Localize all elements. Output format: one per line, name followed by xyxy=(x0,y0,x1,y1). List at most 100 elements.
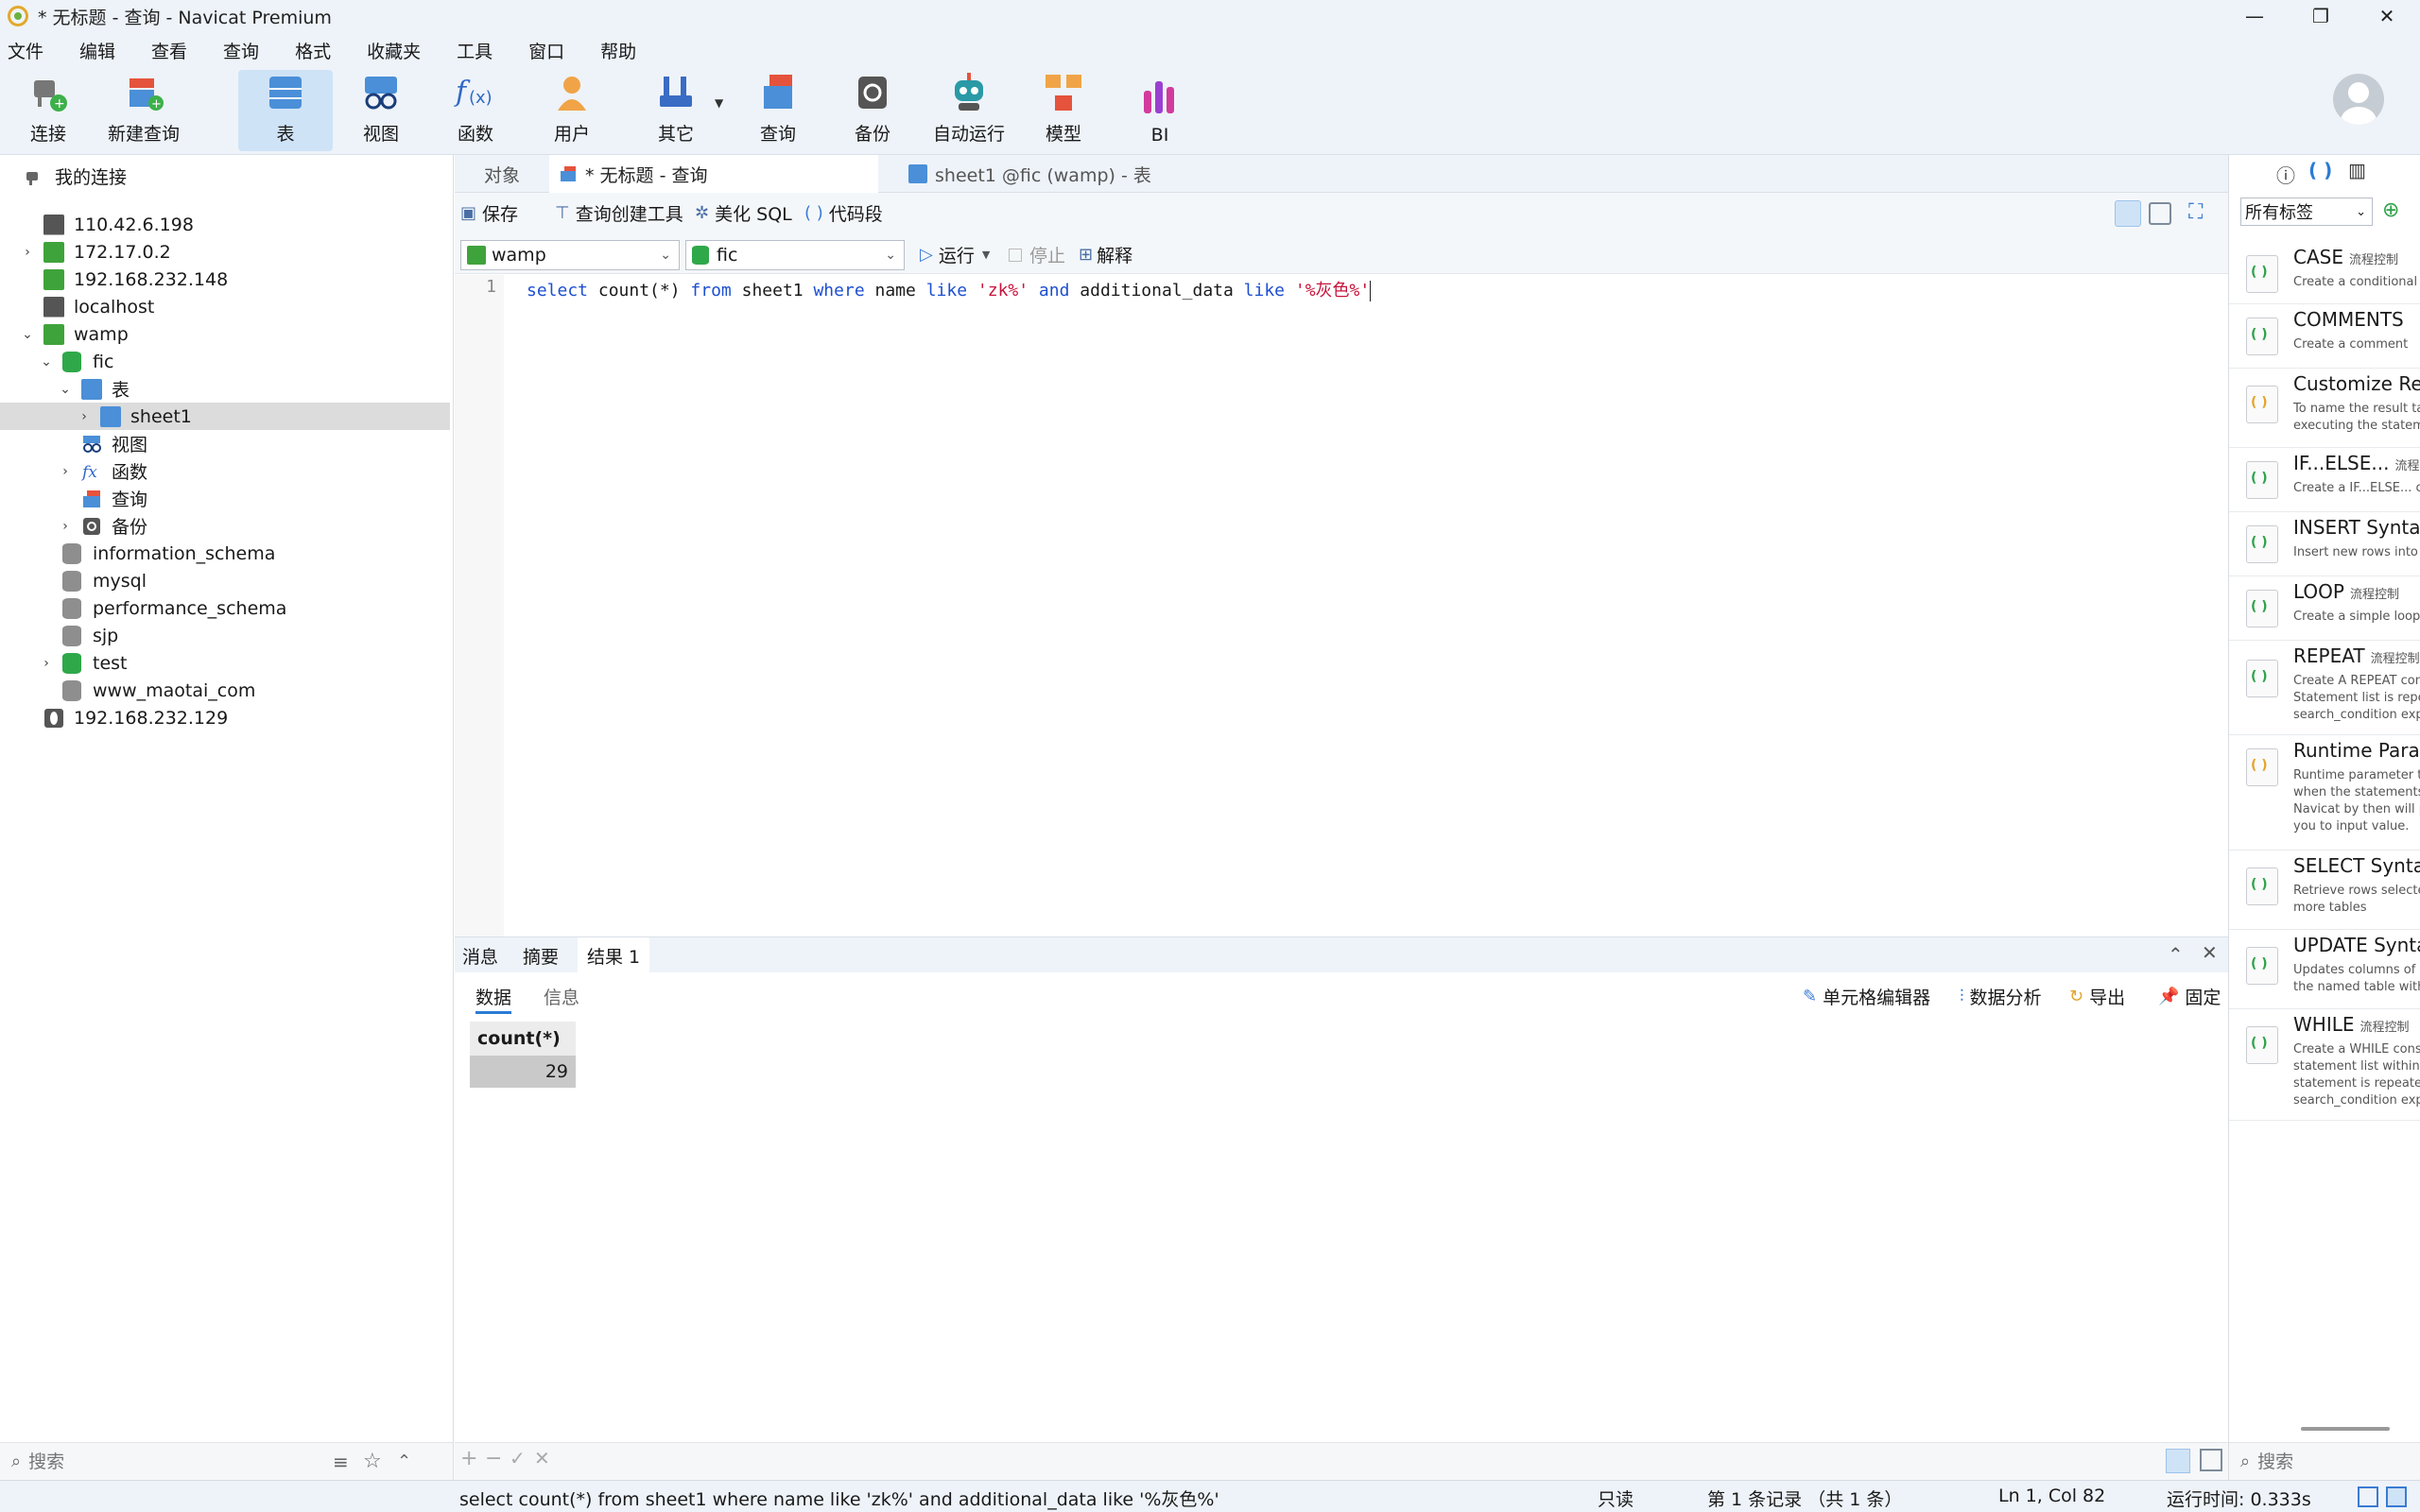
menu-file[interactable]: 文件 xyxy=(8,38,60,63)
code-snippet-icon[interactable]: ( ) xyxy=(2308,159,2332,181)
other-dropdown-arrow-icon[interactable]: ▼ xyxy=(715,96,723,110)
query-button[interactable]: 查询 xyxy=(745,70,811,151)
close-panel-icon[interactable]: ✕ xyxy=(2202,941,2218,964)
tree-item-backups-folder[interactable]: › 备份 xyxy=(0,512,450,540)
data-analysis-button[interactable]: ⫶ 数据分析 xyxy=(1960,984,2042,1009)
table-button[interactable]: 表 xyxy=(238,70,333,151)
chevron-right-icon[interactable]: › xyxy=(40,656,53,671)
snippet-item[interactable]: Runtime Param Runtime parameter to when … xyxy=(2229,735,2420,850)
other-button[interactable]: 其它 xyxy=(643,70,709,151)
backup-button[interactable]: 备份 xyxy=(839,70,906,151)
bi-button[interactable]: BI xyxy=(1127,70,1193,151)
info-icon[interactable]: ⓘ xyxy=(2276,161,2295,188)
menu-view[interactable]: 查看 xyxy=(151,38,204,63)
grid-cell[interactable]: 29 xyxy=(470,1056,576,1088)
tree-item-connection[interactable]: localhost xyxy=(0,293,450,320)
tab-data[interactable]: 数据 xyxy=(475,984,512,1014)
layout-right-panel-icon[interactable] xyxy=(2386,1486,2407,1507)
user-button[interactable]: 用户 xyxy=(539,70,605,151)
code-snippet-button[interactable]: ( ) 代码段 xyxy=(804,200,883,226)
save-button[interactable]: ▣ 保存 xyxy=(460,200,518,226)
tab-messages[interactable]: 消息 xyxy=(462,937,498,973)
export-button[interactable]: ↻ 导出 xyxy=(2069,984,2125,1009)
chevron-down-icon[interactable]: ⌄ xyxy=(21,327,34,342)
stop-button[interactable]: 停止 xyxy=(1009,242,1065,267)
tab-untitled-query[interactable]: * 无标题 - 查询 xyxy=(549,155,878,193)
sql-editor[interactable]: 1 select count(*) from sheet1 where name… xyxy=(455,275,2228,936)
menu-format[interactable]: 格式 xyxy=(295,38,348,63)
query-builder-button[interactable]: ⊤ 查询创建工具 xyxy=(555,200,683,226)
column-header[interactable]: count(*) xyxy=(470,1022,576,1056)
menu-help[interactable]: 帮助 xyxy=(600,38,653,63)
collapse-panel-icon[interactable]: ⌃ xyxy=(2168,943,2184,966)
tag-filter-select[interactable]: 所有标签 ⌄ xyxy=(2240,198,2373,226)
snippet-item[interactable]: UPDATE Synta Updates columns of e the na… xyxy=(2229,930,2420,1009)
delete-row-icon[interactable]: − xyxy=(485,1447,502,1470)
grid-view-icon[interactable] xyxy=(2166,1449,2190,1473)
collapse-icon[interactable]: ⌃ xyxy=(397,1452,411,1471)
tree-item-database[interactable]: ⌄ fic xyxy=(0,348,450,375)
layout-left-panel-icon[interactable] xyxy=(2358,1486,2378,1507)
snippet-item[interactable]: WHILE 流程控制 Create a WHILE const statement… xyxy=(2229,1009,2420,1121)
connection-select[interactable]: wamp ⌄ xyxy=(460,240,680,270)
discard-icon[interactable]: ✕ xyxy=(534,1447,550,1469)
tree-item-connection[interactable]: 110.42.6.198 xyxy=(0,211,450,238)
tab-summary[interactable]: 摘要 xyxy=(523,937,559,973)
tree-item-table[interactable]: › sheet1 xyxy=(0,403,450,430)
snippet-item[interactable]: REPEAT 流程控制 Create A REPEAT cons Statemen… xyxy=(2229,641,2420,735)
menu-edit[interactable]: 编辑 xyxy=(79,38,132,63)
close-button[interactable]: ✕ xyxy=(2354,0,2420,32)
chevron-right-icon[interactable]: › xyxy=(21,245,34,260)
sql-code-line[interactable]: select count(*) from sheet1 where name l… xyxy=(527,277,1372,301)
add-snippet-icon[interactable]: ⊕ xyxy=(2382,198,2399,222)
tree-item-database[interactable]: sjp xyxy=(0,622,450,649)
chevron-right-icon[interactable]: › xyxy=(59,519,72,534)
tree-item-functions-folder[interactable]: › fx 函数 xyxy=(0,457,450,485)
menu-window[interactable]: 窗口 xyxy=(528,38,581,63)
tree-item-connection[interactable]: 192.168.232.129 xyxy=(0,704,450,731)
tab-sheet1-table[interactable]: sheet1 @fic (wamp) - 表 xyxy=(897,155,1237,193)
filter-icon[interactable]: ≡ xyxy=(333,1451,349,1473)
run-button[interactable]: ▷ 运行 ▼ xyxy=(920,242,990,267)
tree-item-database[interactable]: mysql xyxy=(0,567,450,594)
database-select[interactable]: fic ⌄ xyxy=(685,240,905,270)
tree-item-connection[interactable]: ⌄ wamp xyxy=(0,320,450,348)
menu-tools[interactable]: 工具 xyxy=(457,38,510,63)
snippet-search-input[interactable] xyxy=(2257,1451,2400,1472)
tree-item-connection[interactable]: › 172.17.0.2 xyxy=(0,238,450,266)
layout-split-horizontal-icon[interactable] xyxy=(2115,200,2141,227)
run-dropdown-icon[interactable]: ▼ xyxy=(982,249,990,261)
tab-info[interactable]: 信息 xyxy=(544,984,579,1009)
pin-button[interactable]: 📌 固定 xyxy=(2158,984,2221,1009)
automation-button[interactable]: 自动运行 xyxy=(926,70,1011,151)
tree-item-connection[interactable]: 192.168.232.148 xyxy=(0,266,450,293)
tab-objects[interactable]: 对象 xyxy=(455,155,549,193)
snippet-item[interactable]: IF...ELSE... 流程控 Create a IF...ELSE... co xyxy=(2229,448,2420,512)
tree-item-queries-folder[interactable]: 查询 xyxy=(0,485,450,512)
connect-button[interactable]: + 连接 xyxy=(13,70,83,151)
snippet-item[interactable]: SELECT Syntax Retrieve rows selected mor… xyxy=(2229,850,2420,930)
menu-favorites[interactable]: 收藏夹 xyxy=(367,38,438,63)
apply-icon[interactable]: ✓ xyxy=(510,1447,526,1469)
snippet-item[interactable]: COMMENTS Create a comment xyxy=(2229,304,2420,369)
maximize-button[interactable]: ❐ xyxy=(2288,0,2354,32)
function-button[interactable]: f (x) 函数 xyxy=(442,70,509,151)
sidebar-search-input[interactable] xyxy=(28,1451,313,1472)
minimize-button[interactable]: — xyxy=(2221,0,2288,32)
layout-split-vertical-icon[interactable] xyxy=(2149,202,2171,225)
user-avatar[interactable] xyxy=(2333,74,2384,125)
menu-query[interactable]: 查询 xyxy=(223,38,276,63)
chevron-down-icon[interactable]: ⌄ xyxy=(40,354,53,369)
star-icon[interactable]: ☆ xyxy=(363,1450,382,1473)
snippet-item[interactable]: LOOP 流程控制 Create a simple loop c xyxy=(2229,576,2420,641)
view-button[interactable]: 视图 xyxy=(348,70,414,151)
tree-item-database[interactable]: information_schema xyxy=(0,540,450,567)
snippet-item[interactable]: Customize Res To name the result tab exe… xyxy=(2229,369,2420,448)
beautify-sql-button[interactable]: ✲ 美化 SQL xyxy=(695,200,792,226)
explain-button[interactable]: ⊞ 解释 xyxy=(1079,242,1132,267)
new-query-button[interactable]: + 新建查询 xyxy=(102,70,185,151)
fullscreen-icon[interactable]: ⛶ xyxy=(2188,200,2203,224)
snippet-item[interactable]: INSERT Syntax Insert new rows into a xyxy=(2229,512,2420,576)
chevron-right-icon[interactable]: › xyxy=(78,409,91,424)
tab-result-1[interactable]: 结果 1 xyxy=(578,937,650,973)
